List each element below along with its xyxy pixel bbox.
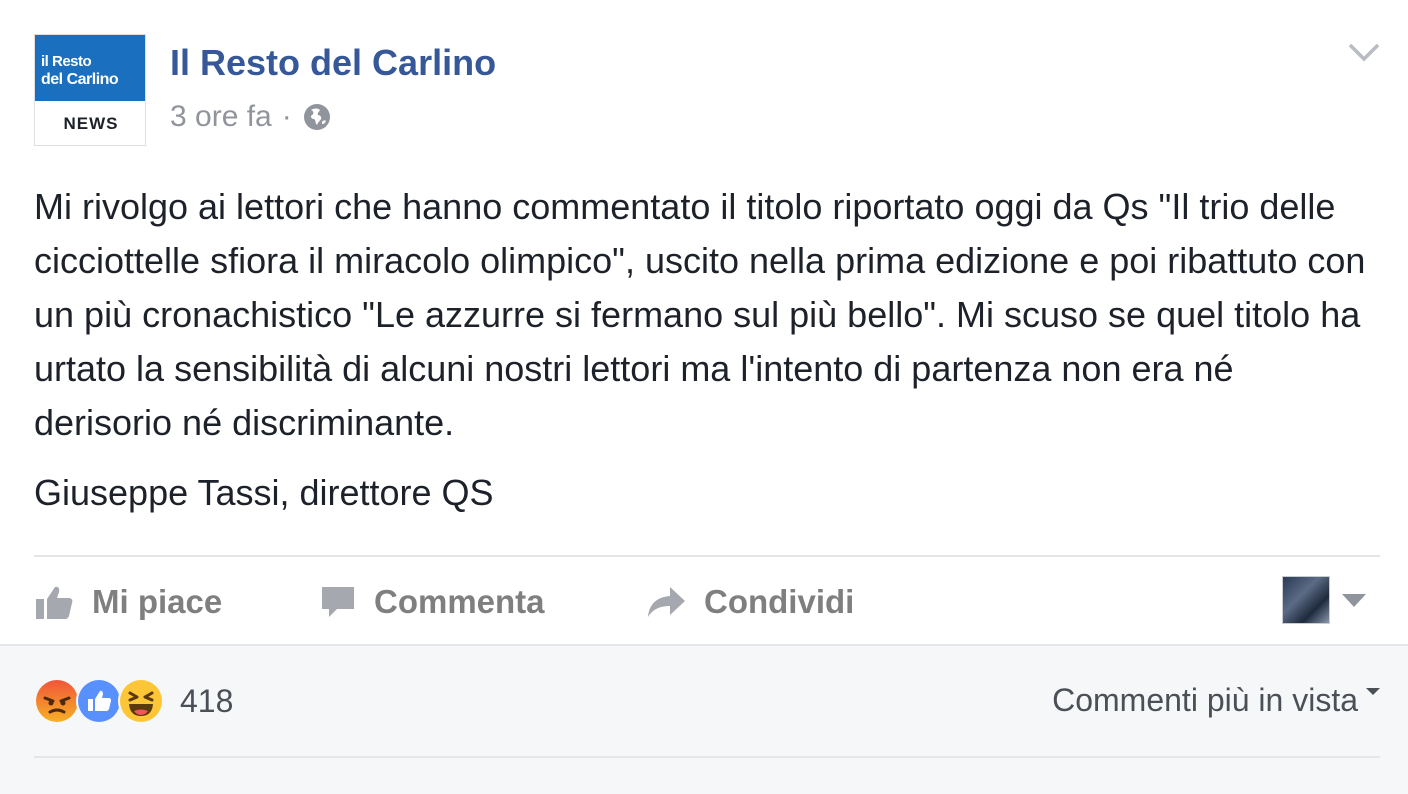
haha-reaction-icon xyxy=(118,678,164,724)
logo-line-1: il Resto xyxy=(41,53,92,70)
comment-icon xyxy=(322,587,354,617)
logo-tag: NEWS xyxy=(63,114,119,133)
post-actions: Mi piace Commenta Condividi xyxy=(34,566,1380,638)
like-reaction-icon xyxy=(76,678,122,724)
reaction-count[interactable]: 418 xyxy=(180,683,233,720)
actions-divider xyxy=(34,555,1380,557)
post-signature: Giuseppe Tassi, direttore QS xyxy=(34,472,494,513)
user-mini-avatar xyxy=(1282,576,1330,624)
post-paragraph: Mi rivolgo ai lettori che hanno commenta… xyxy=(34,186,1366,443)
logo-line-2: del Carlino xyxy=(41,71,119,88)
reactions-bar: 418 Commenti più in vista xyxy=(0,644,1408,794)
comment-button[interactable]: Commenta xyxy=(320,566,545,638)
thumbs-up-icon xyxy=(36,586,73,619)
caret-down-icon xyxy=(1366,688,1380,695)
comment-label: Commenta xyxy=(374,583,545,620)
share-button[interactable]: Condividi xyxy=(646,566,854,638)
page-avatar[interactable]: il Resto del Carlino NEWS xyxy=(34,34,146,146)
reaction-summary[interactable]: 418 xyxy=(34,678,233,724)
comment-sort-dropdown[interactable]: Commenti più in vista xyxy=(1052,682,1380,719)
post-meta: 3 ore fa · xyxy=(170,100,332,134)
logo-banner: il Resto del Carlino xyxy=(35,35,145,101)
share-label: Condividi xyxy=(704,583,855,620)
like-button[interactable]: Mi piace xyxy=(34,566,222,638)
post-timestamp[interactable]: 3 ore fa xyxy=(170,100,272,134)
page-name-link[interactable]: Il Resto del Carlino xyxy=(170,42,496,84)
share-arrow-icon xyxy=(648,587,685,617)
meta-separator: · xyxy=(281,100,292,133)
angry-reaction-icon xyxy=(34,678,80,724)
post-body: Mi rivolgo ai lettori che hanno commenta… xyxy=(34,180,1379,520)
caret-down-icon xyxy=(1342,593,1366,607)
comment-sort-label: Commenti più in vista xyxy=(1052,682,1358,718)
like-label: Mi piace xyxy=(92,583,223,620)
footer-divider xyxy=(34,756,1380,758)
facebook-post: il Resto del Carlino NEWS Il Resto del C… xyxy=(0,0,1408,794)
post-as-selector[interactable] xyxy=(1282,576,1366,624)
chevron-down-icon[interactable] xyxy=(1346,40,1382,66)
globe-icon[interactable] xyxy=(302,102,332,132)
